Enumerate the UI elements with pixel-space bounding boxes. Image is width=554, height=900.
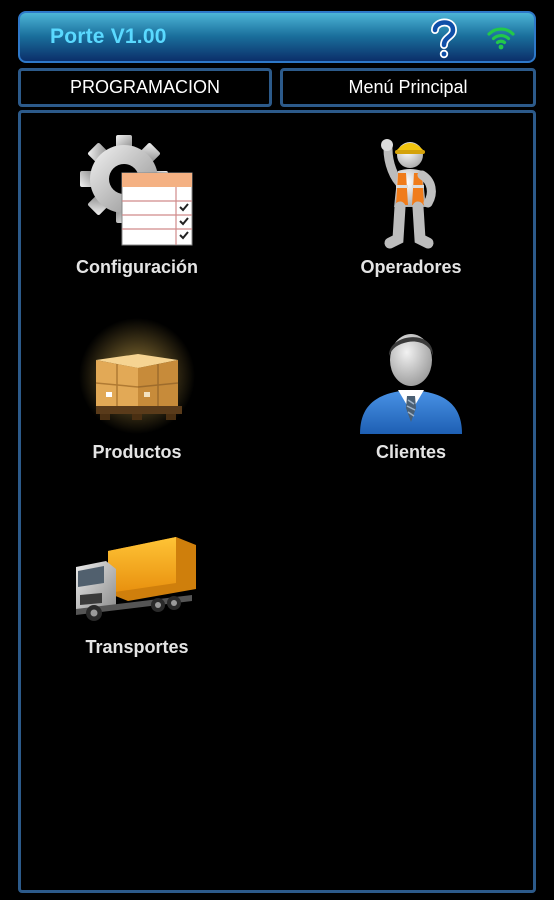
wifi-signal-icon (486, 23, 516, 51)
menu-item-operadores[interactable]: Operadores (301, 133, 521, 278)
tab-menu-principal[interactable]: Menú Principal (280, 68, 536, 107)
truck-icon (76, 537, 196, 621)
menu-item-clientes[interactable]: Clientes (301, 318, 521, 463)
main-menu-panel: Configuración Operadores Productos Clien… (18, 110, 536, 893)
menu-label-productos: Productos (92, 442, 182, 462)
gear-spreadsheet-icon (80, 135, 193, 246)
tab-programacion[interactable]: PROGRAMACION (18, 68, 272, 107)
worker-icon (381, 139, 436, 249)
menu-label-clientes: Clientes (375, 442, 447, 462)
menu-label-configuracion: Configuración (76, 257, 198, 277)
boxes-pallet-icon (79, 318, 195, 434)
app-title: Porte V1.00 (50, 25, 167, 48)
title-bar: Porte V1.00 (18, 11, 536, 63)
menu-item-configuracion[interactable]: Configuración (27, 133, 247, 278)
menu-label-operadores: Operadores (360, 257, 462, 277)
menu-item-productos[interactable]: Productos (27, 318, 247, 463)
businessman-icon (360, 334, 462, 434)
menu-label-transportes: Transportes (85, 637, 189, 657)
question-mark-icon[interactable] (424, 15, 464, 59)
menu-item-transportes[interactable]: Transportes (27, 513, 247, 658)
